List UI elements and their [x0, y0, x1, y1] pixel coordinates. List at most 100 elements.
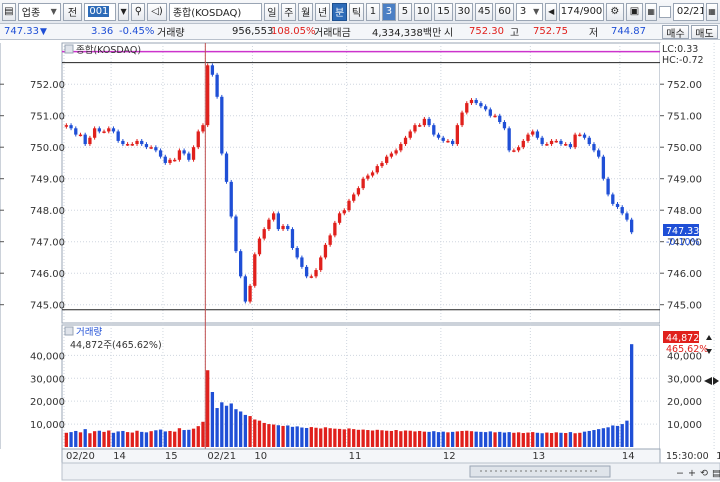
candle-body [83, 134, 87, 145]
candle-body [300, 257, 304, 267]
panel-toggle-button[interactable]: ▤ [2, 2, 16, 21]
horizontal-scrollbar[interactable] [61, 462, 720, 481]
volume-bar [564, 433, 568, 447]
buy-button[interactable]: 매수 [662, 25, 689, 40]
interval-1[interactable]: 1 [365, 2, 380, 21]
market-select[interactable]: 업종 ▼ [17, 2, 61, 21]
settings-button[interactable]: ⚙ [605, 2, 624, 21]
period-tick[interactable]: 틱 [349, 2, 364, 21]
panel-collapse-icon[interactable] [64, 326, 74, 336]
candle-body [281, 225, 285, 230]
page-counter[interactable]: 174/900 [559, 2, 604, 21]
period-day[interactable]: 일 [264, 2, 280, 21]
candlestick-chart[interactable]: 752.00 752.00 751.00 751.00 750.00 750.00 749.… [0, 41, 720, 482]
period-minute[interactable]: 분 [332, 2, 347, 21]
current-price: 747.33 [4, 26, 39, 37]
time-tick-label: 14 [113, 451, 126, 462]
interval-3-label: 3 [385, 6, 393, 17]
volume-bar [432, 431, 436, 447]
chart-area[interactable]: 752.00 752.00 751.00 751.00 750.00 750.00 749.… [0, 41, 720, 482]
interval-select[interactable]: 3 ▼ [515, 2, 544, 21]
code-dropdown-button[interactable]: ▼ [117, 2, 130, 21]
candle-body [69, 125, 73, 129]
search-button[interactable]: ⚲ [131, 2, 146, 21]
interval-45-label: 45 [477, 6, 491, 17]
zoom-reset-icon[interactable]: ⟲ [700, 468, 708, 479]
volume-bar [455, 431, 459, 447]
candle-body [436, 134, 441, 138]
candle-body [304, 266, 309, 277]
candle-body [385, 156, 389, 163]
stock-name: 종합(KOSDAQ) [172, 8, 242, 19]
volume-bar [568, 432, 573, 447]
interval-10[interactable]: 10 [413, 2, 433, 21]
interval-15[interactable]: 15 [434, 2, 453, 21]
period-year[interactable]: 년 [315, 2, 331, 21]
candle-body [493, 115, 497, 118]
code-input[interactable]: 001 [84, 2, 116, 21]
volume-bar [88, 433, 92, 447]
sound-button[interactable]: ◁) [147, 2, 167, 21]
interval-30[interactable]: 30 [454, 2, 474, 21]
page-prev-button[interactable]: ◀ [545, 2, 558, 21]
candle-body [333, 222, 337, 236]
candle-body [559, 140, 563, 145]
sell-button[interactable]: 매도 [691, 25, 718, 40]
volume-bar [173, 431, 177, 447]
candle-body [262, 229, 266, 239]
interval-5[interactable]: 5 [397, 2, 412, 21]
volume-bar [526, 432, 530, 447]
date-field[interactable]: 02/21 [672, 2, 705, 21]
time-label: 15:30:00 [666, 451, 709, 462]
interval-15-label: 15 [437, 6, 450, 17]
period-year-label: 년 [318, 8, 328, 19]
price-tick-label-left: 752.00 [30, 80, 65, 91]
chevron-down-icon: ▼ [50, 7, 57, 16]
candle-body [601, 156, 606, 179]
volume-bar [531, 432, 535, 447]
date-value: 02/21 [676, 6, 705, 17]
division-button[interactable]: 전 [62, 2, 83, 21]
period-month[interactable]: 월 [298, 2, 314, 21]
print-button[interactable]: ▣ [625, 2, 644, 21]
interval-45[interactable]: 45 [475, 2, 494, 21]
zoom-fit-icon[interactable]: ▤ [712, 468, 720, 479]
volume-bar [629, 344, 634, 447]
volume-bar [78, 432, 83, 447]
grid-button[interactable]: ▦ [645, 2, 658, 21]
candle-body [140, 140, 144, 145]
quote-bar: 747.33 ▼ 3.36 -0.45% 거래량 956,553 108.05%… [0, 24, 720, 40]
candle-body [554, 140, 558, 143]
volume-bar [262, 422, 266, 447]
grid-icon: ▦ [647, 7, 655, 16]
panel-collapse-icon[interactable] [64, 44, 74, 54]
volume-tick-label-right: 30,000 [667, 374, 702, 385]
time-tick-label: 13 [532, 451, 545, 462]
period-week[interactable]: 주 [281, 2, 297, 21]
volume-bar [347, 428, 351, 447]
chevron-down-icon: ▼ [533, 7, 540, 16]
calendar-button[interactable]: ▦ [706, 2, 718, 21]
candle-body [201, 125, 205, 132]
candle-body [149, 147, 153, 149]
candle-body [479, 103, 483, 107]
volume-bar [69, 432, 73, 447]
candle-body [432, 125, 436, 135]
date-checkbox[interactable] [659, 5, 671, 18]
zoom-out-icon[interactable]: − [676, 468, 684, 479]
volume-bar [196, 426, 200, 447]
interval-60[interactable]: 60 [495, 2, 514, 21]
candle-body [88, 137, 92, 145]
volume-bar [540, 433, 544, 447]
price-tick-label-right: 750.00 [667, 143, 702, 154]
interval-3[interactable]: 3 [381, 2, 396, 21]
candle-body [154, 147, 158, 151]
volume-bar [215, 408, 219, 447]
candle-body [465, 103, 469, 113]
volume-bar [83, 429, 87, 447]
buy-button-label: 매수 [666, 28, 685, 40]
market-select-value: 업종 [21, 8, 41, 19]
volume-bar [342, 429, 346, 447]
chevron-down-icon: ▼ [120, 7, 127, 16]
zoom-in-icon[interactable]: + [688, 468, 696, 479]
